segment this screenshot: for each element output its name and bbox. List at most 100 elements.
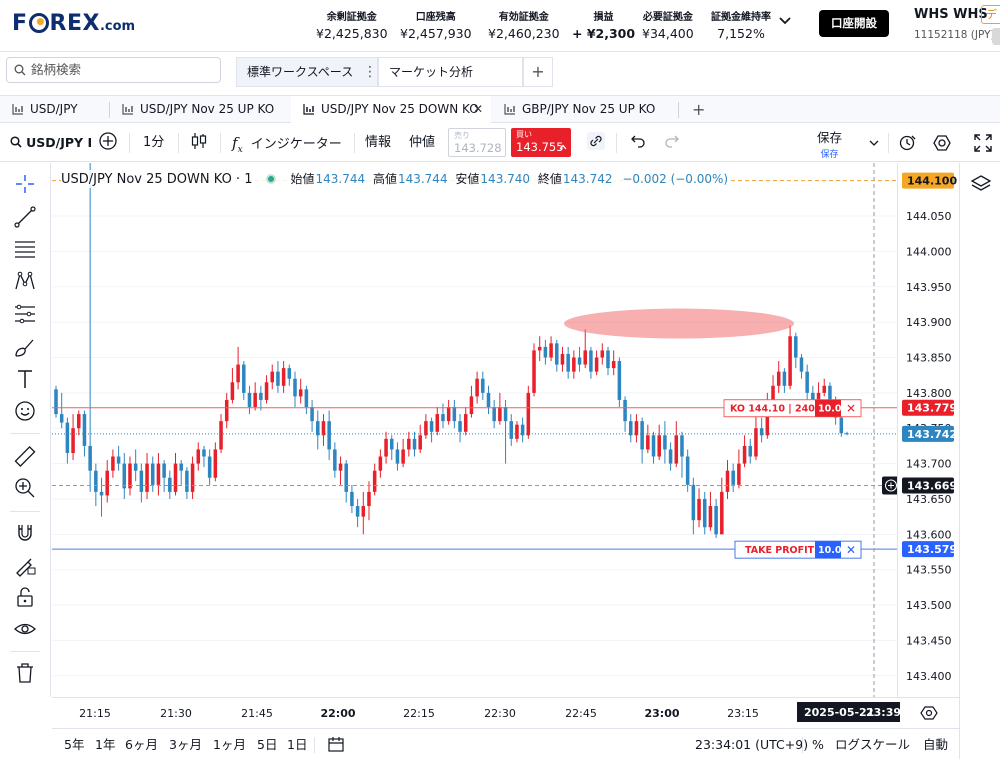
account-type-badge[interactable]: デ — [981, 5, 1000, 24]
brush-icon[interactable] — [13, 335, 37, 359]
chart-icon — [504, 104, 515, 115]
lock-drawing-icon[interactable] — [13, 553, 37, 577]
clock-readout[interactable]: 23:34:01 (UTC+9) — [695, 729, 808, 759]
time-tick-label: 22:00 — [320, 707, 355, 720]
horizontal-lines-icon[interactable] — [13, 237, 37, 261]
trend-line-icon[interactable] — [13, 205, 37, 229]
chart-tab-gbpjpy-up-ko[interactable]: GBP/JPY Nov 25 UP KO — [492, 96, 677, 123]
price-tick-label: 143.800 — [906, 387, 952, 400]
alert-clock-icon[interactable] — [898, 133, 918, 153]
close-order-icon[interactable]: ✕ — [846, 402, 856, 416]
chart-tabs: USD/JPY USD/JPY Nov 25 UP KO USD/JPY Nov… — [0, 95, 1000, 123]
account-menu-button[interactable] — [992, 28, 1000, 45]
save-menu-chevron-icon[interactable] — [868, 138, 880, 148]
close-order-icon[interactable]: ✕ — [846, 543, 856, 557]
candle — [714, 498, 718, 538]
candle — [463, 407, 468, 436]
chart-tab-usdjpy-down-ko[interactable]: USD/JPY Nov 25 DOWN KO ✕ — [291, 96, 491, 123]
chevron-down-icon[interactable] — [778, 14, 792, 28]
candle — [486, 385, 491, 415]
emoji-icon[interactable] — [13, 399, 37, 423]
candle — [116, 445, 121, 471]
close-tab-icon[interactable]: ✕ — [473, 96, 483, 123]
price-badge-text: 143.579 — [907, 543, 957, 556]
take-profit-text: TAKE PROFIT — [745, 545, 815, 556]
chart-tab-usdjpy[interactable]: USD/JPY — [0, 96, 108, 123]
range-5y-button[interactable]: 5年 — [64, 729, 84, 759]
redo-button[interactable] — [664, 124, 680, 162]
candle — [276, 361, 280, 393]
info-button[interactable]: 情報 — [365, 124, 391, 162]
candle — [133, 449, 138, 482]
candle — [304, 385, 309, 415]
add-order-plus-icon[interactable] — [882, 476, 900, 495]
magnet-icon[interactable] — [13, 521, 37, 545]
candle — [162, 460, 166, 492]
symbol-selector[interactable]: USD/JPY I — [10, 124, 92, 162]
candle — [503, 399, 508, 464]
add-chart-tab-button[interactable]: + — [682, 96, 712, 123]
mid-price-button[interactable]: 仲値 — [409, 124, 435, 162]
open-account-button[interactable]: 口座開設 — [819, 10, 889, 37]
time-axis[interactable]: 21:15 21:30 21:45 22:00 22:15 22:30 22:45 23:00… — [52, 697, 959, 727]
price-axis[interactable]: 144.050 144.000 143.950 143.900 143.850 143.8… — [897, 163, 959, 697]
unlock-icon[interactable] — [13, 585, 37, 609]
candle — [190, 456, 195, 499]
date-range-icon[interactable] — [327, 735, 345, 753]
undo-button[interactable] — [630, 124, 646, 162]
fullscreen-icon[interactable] — [974, 134, 992, 152]
percent-scale-button[interactable]: % — [812, 729, 824, 759]
indicators-button[interactable]: fx インジケーター — [232, 124, 342, 162]
candle — [99, 477, 104, 517]
trash-icon[interactable] — [13, 661, 37, 685]
ko-order-label[interactable]: KO 144.10 | 240010.0 ✕ — [723, 399, 862, 418]
candle — [71, 414, 75, 461]
candle — [122, 452, 127, 499]
add-workspace-button[interactable]: + — [523, 57, 553, 87]
candle — [492, 399, 496, 429]
candle — [799, 353, 804, 379]
forex-logo[interactable]: F REX.com — [12, 10, 135, 36]
range-3m-button[interactable]: 3ヶ月 — [169, 729, 202, 759]
text-tool-icon[interactable] — [13, 367, 37, 391]
take-profit-qty: 10.0 — [818, 545, 842, 556]
interval-button[interactable]: 1分 — [143, 124, 164, 162]
eye-icon[interactable] — [13, 617, 37, 641]
price-tick-label: 143.700 — [906, 458, 952, 471]
buy-button[interactable]: 買い 143.755 — [511, 128, 571, 157]
layers-icon[interactable] — [970, 173, 992, 195]
sell-button[interactable]: 売り 143.728 — [448, 128, 506, 157]
save-button[interactable]: 保存 保存 — [817, 127, 842, 160]
log-scale-button[interactable]: ログスケール — [835, 729, 910, 759]
crosshair-icon[interactable] — [13, 172, 37, 196]
chart-tab-usdjpy-up-ko[interactable]: USD/JPY Nov 25 UP KO — [110, 96, 290, 123]
time-tick-label: 22:15 — [403, 707, 435, 720]
candlestick-chart[interactable]: KO 144.10 | 240010.0 ✕ TAKE PROFIT 10.0 ✕ — [52, 0, 900, 697]
workspace-tab-standard[interactable]: 標準ワークスペース ⋮ — [236, 57, 378, 87]
symbol-search-input[interactable]: 銘柄検索 — [6, 57, 221, 83]
range-6m-button[interactable]: 6ヶ月 — [125, 729, 158, 759]
take-profit-label[interactable]: TAKE PROFIT 10.0 ✕ — [734, 540, 862, 559]
candle — [498, 392, 502, 425]
candle — [424, 414, 428, 439]
chart-type-button[interactable] — [190, 124, 208, 162]
pattern-icon[interactable] — [13, 269, 37, 293]
range-1m-button[interactable]: 1ヶ月 — [213, 729, 246, 759]
candle — [145, 452, 149, 499]
workspace-tab-market-analysis[interactable]: マーケット分析 — [378, 57, 523, 87]
zoom-in-icon[interactable] — [13, 476, 37, 500]
auto-scale-button[interactable]: 自動 — [923, 729, 948, 759]
kebab-menu-icon[interactable]: ⋮ — [363, 58, 377, 86]
range-1y-button[interactable]: 1年 — [95, 729, 115, 759]
range-1d-button[interactable]: 1日 — [287, 729, 307, 759]
candle — [611, 350, 616, 376]
range-5d-button[interactable]: 5日 — [257, 729, 277, 759]
compare-button[interactable] — [98, 124, 118, 162]
settings-icon[interactable] — [932, 133, 952, 153]
fib-tool-icon[interactable] — [13, 302, 37, 326]
highlight-ellipse[interactable] — [564, 308, 794, 339]
chart-canvas[interactable]: KO 144.10 | 2400 10.0 ✕ TAKE PROFIT 10.0 ✕ — [52, 0, 900, 697]
axis-settings-icon[interactable] — [920, 706, 938, 720]
ruler-icon[interactable] — [13, 444, 37, 468]
link-button[interactable] — [586, 124, 606, 162]
